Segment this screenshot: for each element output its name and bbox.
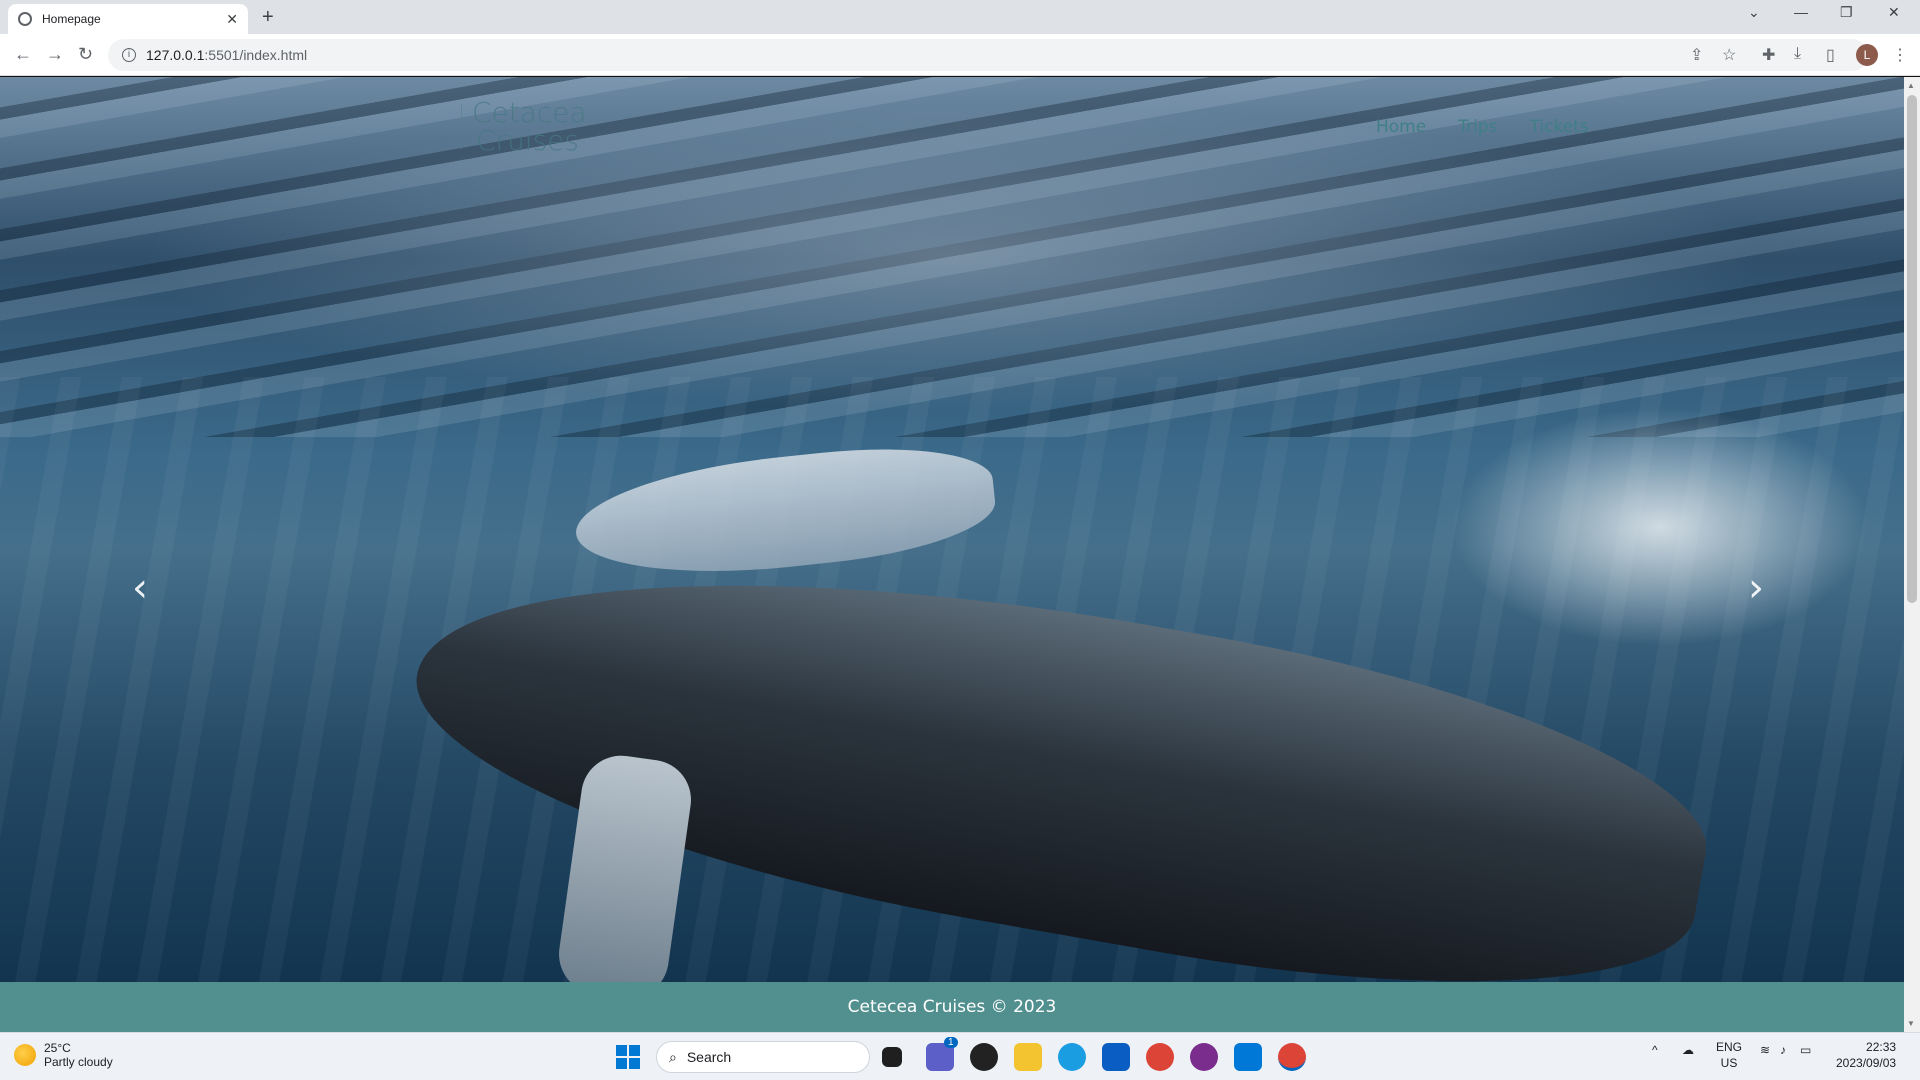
search-label: Search	[686, 1049, 732, 1065]
task-view-icon[interactable]	[882, 1047, 902, 1067]
close-tab-icon[interactable]: ✕	[226, 11, 238, 28]
browser-tab[interactable]: Homepage ✕	[8, 4, 248, 34]
taskbar-search[interactable]: ⌕ Search	[656, 1041, 870, 1073]
temperature: 25°C	[44, 1041, 71, 1055]
show-hidden-icons[interactable]: ^	[1652, 1043, 1658, 1057]
page-viewport: Cetacea Cruises Home Trips Tickets ‹ › C…	[0, 77, 1904, 1032]
footer-text: Cetecea Cruises © 2023	[847, 997, 1057, 1017]
brand-name-line1: Cetacea	[472, 96, 587, 129]
logo-mark-icon	[400, 104, 462, 150]
site-footer: Cetecea Cruises © 2023	[0, 982, 1904, 1032]
hero-carousel: Cetacea Cruises Home Trips Tickets ‹ ›	[0, 77, 1904, 982]
restore-icon[interactable]: ❐	[1840, 4, 1853, 21]
download-icon[interactable]: ⤓	[1794, 45, 1801, 63]
new-tab-button[interactable]: +	[262, 6, 274, 29]
minimize-icon[interactable]: —	[1794, 4, 1808, 20]
chrome-icon[interactable]	[1146, 1043, 1174, 1071]
clock[interactable]: 22:33 2023/09/03	[1836, 1039, 1896, 1071]
scroll-down-icon[interactable]: ▼	[1907, 1019, 1915, 1028]
brand-name: Cetacea Cruises	[472, 99, 587, 155]
edge-icon[interactable]	[1058, 1043, 1086, 1071]
forward-icon[interactable]: →	[46, 44, 64, 65]
windows-start-icon[interactable]	[616, 1045, 640, 1069]
address-bar[interactable]: i 127.0.0.1:5501/index.html	[108, 39, 1868, 71]
taskbar: 25°C Partly cloudy ⌕ Search 1 ^ ☁ ENG US…	[0, 1032, 1920, 1080]
share-icon[interactable]: ⇪	[1690, 45, 1703, 65]
tab-title: Homepage	[42, 12, 101, 26]
page-scrollbar[interactable]: ▲ ▼	[1904, 77, 1920, 1032]
weather-condition: Partly cloudy	[44, 1055, 113, 1069]
github-desktop-icon[interactable]	[1190, 1043, 1218, 1071]
prev-arrow-icon[interactable]: ‹	[132, 565, 148, 611]
notification-badge: 1	[944, 1037, 958, 1048]
lang-line1: ENG	[1716, 1040, 1743, 1054]
star-icon[interactable]: ☆	[1722, 45, 1736, 65]
dell-icon[interactable]	[970, 1043, 998, 1071]
browser-tabbar: Homepage ✕ + ⌄ — ❐ ✕	[0, 0, 1920, 34]
site-info-icon[interactable]: i	[122, 48, 136, 62]
store-icon[interactable]	[1102, 1043, 1130, 1071]
file-explorer-icon[interactable]	[1014, 1043, 1042, 1071]
chrome-active-icon[interactable]	[1278, 1043, 1306, 1071]
next-arrow-icon[interactable]: ›	[1748, 565, 1764, 611]
wifi-icon[interactable]: ≋	[1760, 1043, 1770, 1057]
profile-avatar[interactable]: L	[1856, 44, 1878, 66]
globe-icon	[18, 12, 32, 26]
clock-time: 22:33	[1866, 1040, 1897, 1054]
reload-icon[interactable]: ↻	[78, 44, 93, 65]
menu-icon[interactable]: ⋮	[1892, 45, 1908, 65]
tab-search-icon[interactable]: ⌄	[1748, 4, 1760, 21]
sun-glow	[1450, 407, 1870, 647]
onedrive-icon[interactable]: ☁	[1682, 1043, 1694, 1057]
search-icon: ⌕	[669, 1048, 677, 1065]
sidebar-icon[interactable]: ▯	[1826, 45, 1835, 65]
lang-line2: US	[1720, 1056, 1738, 1070]
site-header: Cetacea Cruises Home Trips Tickets	[0, 77, 1904, 187]
battery-icon[interactable]: ▭	[1800, 1043, 1811, 1057]
weather-widget[interactable]: 25°C Partly cloudy	[14, 1041, 113, 1069]
volume-icon[interactable]: ♪	[1780, 1043, 1786, 1057]
brand-logo[interactable]: Cetacea Cruises	[400, 99, 587, 155]
nav-home[interactable]: Home	[1376, 117, 1426, 137]
url-host: 127.0.0.1	[146, 47, 205, 63]
vscode-icon[interactable]	[1234, 1043, 1262, 1071]
partly-cloudy-icon	[14, 1044, 36, 1066]
back-icon[interactable]: ←	[14, 44, 32, 65]
clock-date: 2023/09/03	[1836, 1056, 1897, 1070]
scroll-thumb[interactable]	[1907, 95, 1917, 603]
main-nav: Home Trips Tickets	[1376, 117, 1589, 137]
url-path: :5501/index.html	[204, 47, 308, 63]
extensions-icon[interactable]: ✚	[1762, 45, 1775, 65]
brand-name-line2: Cruises	[476, 124, 579, 157]
nav-tickets[interactable]: Tickets	[1529, 117, 1588, 137]
nav-trips[interactable]: Trips	[1458, 117, 1497, 137]
close-window-icon[interactable]: ✕	[1888, 4, 1900, 21]
scroll-up-icon[interactable]: ▲	[1907, 81, 1915, 90]
language-indicator[interactable]: ENG US	[1716, 1039, 1742, 1071]
browser-toolbar: ← → ↻ i 127.0.0.1:5501/index.html ⇪ ☆ ✚ …	[0, 34, 1920, 76]
